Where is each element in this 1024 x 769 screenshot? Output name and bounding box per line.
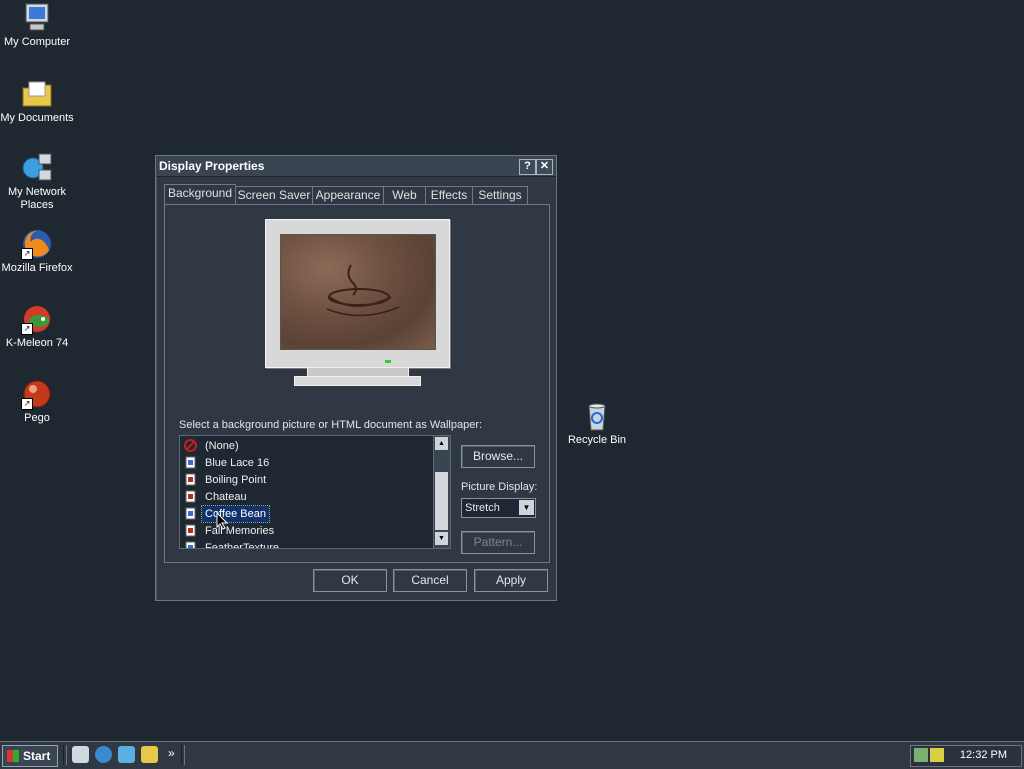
network-tray-icon[interactable] [914, 748, 928, 762]
desktop-icon-label: K-Meleon 74 [5, 337, 69, 349]
desktop-icon-label: Recycle Bin [567, 434, 627, 446]
desktop-icon-label: My Documents [0, 112, 74, 124]
scroll-up-arrow-icon[interactable]: ▲ [435, 437, 448, 450]
taskbar: Start » 12:32 PM [0, 741, 1024, 769]
vertical-scrollbar[interactable]: ▲ ▼ [433, 436, 450, 548]
wallpaper-label: Select a background picture or HTML docu… [179, 419, 483, 431]
internet-explorer-icon[interactable] [95, 746, 112, 763]
desktop-icon-pego[interactable]: ↗ Pego [0, 378, 74, 425]
shortcut-arrow-icon: ↗ [21, 323, 33, 335]
shortcut-arrow-icon: ↗ [21, 248, 33, 260]
bmp-file-icon [184, 507, 197, 520]
image-file-icon [184, 524, 197, 537]
desktop-icon-label: Mozilla Firefox [1, 262, 73, 274]
desktop-icon-label: My Computer [3, 36, 71, 48]
cancel-button[interactable]: Cancel [393, 569, 467, 592]
picture-display-label: Picture Display: [461, 481, 538, 493]
search-icon[interactable] [141, 746, 158, 763]
image-file-icon [184, 473, 197, 486]
power-led [385, 360, 391, 363]
chevron-down-icon[interactable]: ▼ [519, 500, 534, 515]
desktop-icon-label: Pego [24, 412, 50, 424]
quick-launch-more-chevron[interactable]: » [168, 746, 175, 760]
ok-button[interactable]: OK [313, 569, 387, 592]
coffee-cup-icon [326, 264, 400, 317]
desktop-icon-mozilla-firefox[interactable]: ↗ Mozilla Firefox [0, 228, 74, 275]
tab-effects[interactable]: Effects [425, 186, 473, 204]
desktop-icon-label: My Network Places [7, 186, 67, 211]
image-file-icon [184, 490, 197, 503]
picture-display-value: Stretch [465, 502, 500, 514]
bmp-file-icon [184, 541, 197, 548]
monitor-base [294, 376, 421, 386]
volume-tray-icon[interactable] [930, 748, 944, 762]
mouse-cursor-icon [216, 511, 229, 533]
display-properties-dialog: Display Properties ? ✕ Background Screen… [155, 155, 557, 601]
scroll-down-arrow-icon[interactable]: ▼ [435, 532, 448, 545]
tab-background[interactable]: Background [164, 184, 236, 204]
desktop-icon-my-computer[interactable]: My Computer [0, 2, 74, 49]
recycle-bin-icon [581, 400, 613, 432]
tab-appearance[interactable]: Appearance [312, 186, 384, 204]
desktop-icon-recycle-bin[interactable]: Recycle Bin [560, 400, 634, 447]
shortcut-arrow-icon: ↗ [21, 398, 33, 410]
pego-icon: ↗ [21, 378, 53, 410]
show-desktop-icon[interactable] [72, 746, 89, 763]
desktop-icon-my-documents[interactable]: My Documents [0, 78, 74, 125]
tab-screen-saver[interactable]: Screen Saver [235, 186, 313, 204]
windows-explorer-icon[interactable] [118, 746, 135, 763]
clock[interactable]: 12:32 PM [960, 749, 1007, 761]
bmp-file-icon [184, 456, 197, 469]
tab-web[interactable]: Web [383, 186, 426, 204]
wallpaper-preview [280, 234, 436, 350]
system-tray: 12:32 PM [910, 745, 1022, 767]
help-button[interactable]: ? [519, 159, 536, 175]
folder-documents-icon [21, 78, 53, 110]
computer-icon [21, 2, 53, 34]
apply-button[interactable]: Apply [474, 569, 548, 592]
kmeleon-icon: ↗ [21, 303, 53, 335]
none-icon [184, 439, 197, 452]
taskbar-divider [181, 745, 185, 765]
dialog-title: Display Properties [159, 159, 265, 173]
background-tab-panel: Select a background picture or HTML docu… [164, 204, 550, 563]
windows-flag-icon [7, 750, 19, 762]
pattern-button[interactable]: Pattern... [461, 531, 535, 554]
scroll-thumb[interactable] [435, 472, 448, 530]
quick-launch-divider [63, 745, 67, 765]
picture-display-select[interactable]: Stretch ▼ [461, 498, 536, 518]
desktop-icon-my-network-places[interactable]: My Network Places [0, 152, 74, 212]
network-icon [21, 152, 53, 184]
title-bar[interactable]: Display Properties ? ✕ [156, 156, 556, 177]
close-button[interactable]: ✕ [536, 159, 553, 175]
start-button[interactable]: Start [2, 745, 58, 767]
browse-button[interactable]: Browse... [461, 445, 535, 468]
tab-settings[interactable]: Settings [472, 186, 528, 204]
desktop-icon-k-meleon[interactable]: ↗ K-Meleon 74 [0, 303, 74, 350]
monitor-preview [265, 219, 450, 368]
firefox-icon: ↗ [21, 228, 53, 260]
